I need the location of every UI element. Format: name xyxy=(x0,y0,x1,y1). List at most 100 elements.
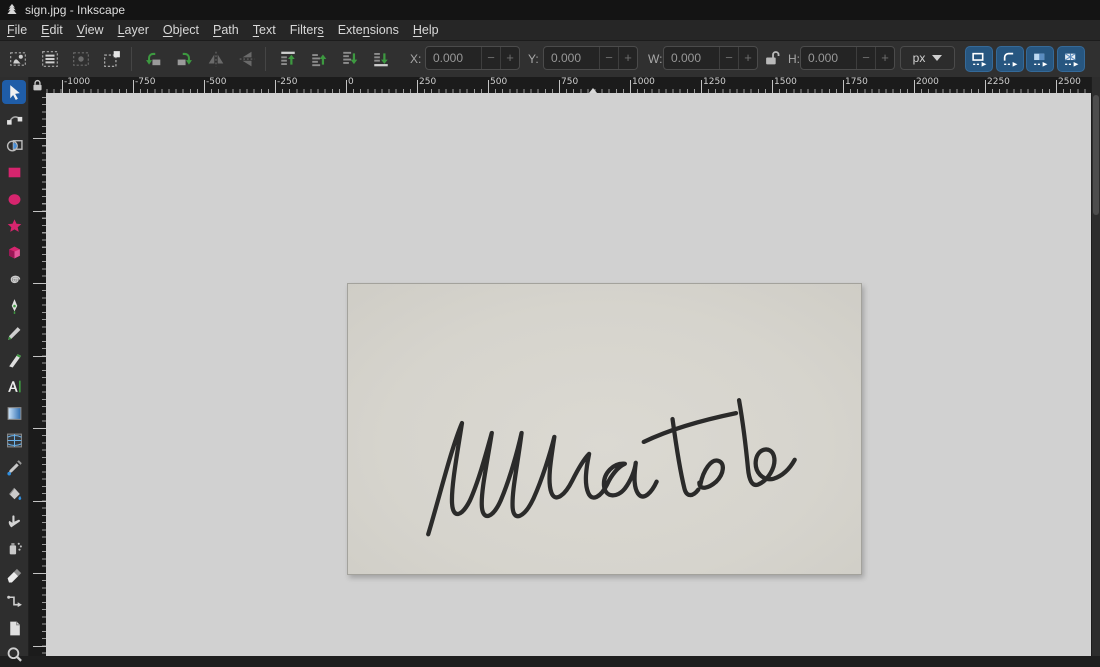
ruler-label: 1250 xyxy=(703,77,726,87)
tool-gradient[interactable] xyxy=(2,402,26,426)
window-title: sign.jpg - Inkscape xyxy=(25,3,126,17)
ruler-label: 1000 xyxy=(632,77,655,87)
menu-layer[interactable]: Layer xyxy=(111,21,156,39)
y-increment-button[interactable]: + xyxy=(618,47,637,69)
raise-button[interactable] xyxy=(305,46,332,72)
lower-button[interactable] xyxy=(336,46,363,72)
tool-paint-bucket[interactable] xyxy=(2,482,26,506)
tool-connector[interactable] xyxy=(2,589,26,613)
scrollbar-thumb[interactable] xyxy=(1093,95,1099,215)
menu-filters[interactable]: Filters xyxy=(283,21,331,39)
ruler-label: -250 xyxy=(277,77,298,87)
menu-text[interactable]: Text xyxy=(246,21,283,39)
tool-text[interactable] xyxy=(2,375,26,399)
ruler-major-tick xyxy=(630,80,631,93)
flip-horizontal-button[interactable] xyxy=(202,46,229,72)
x-label: X: xyxy=(410,52,422,66)
tool-eraser[interactable] xyxy=(2,562,26,586)
h-decrement-button[interactable]: − xyxy=(856,47,875,69)
ruler-label: 2000 xyxy=(916,77,939,87)
y-input[interactable]: 0.000 − + xyxy=(543,46,638,70)
ruler-major-tick xyxy=(33,573,46,574)
tool-pages[interactable] xyxy=(2,616,26,640)
window-titlebar[interactable]: sign.jpg - Inkscape xyxy=(0,0,1100,20)
menu-view[interactable]: View xyxy=(70,21,111,39)
w-decrement-button[interactable]: − xyxy=(719,47,738,69)
horizontal-ruler[interactable]: -1000 -750 -500 -250 0 250 500 750 1000 1250 1500 1… xyxy=(46,77,1091,93)
ruler-major-tick xyxy=(204,80,205,93)
menu-file[interactable]: File xyxy=(0,21,34,39)
tool-pen[interactable] xyxy=(2,294,26,318)
vertical-scrollbar[interactable] xyxy=(1091,77,1100,656)
selection-box-button[interactable] xyxy=(98,46,125,72)
lock-open-icon[interactable] xyxy=(764,49,781,66)
deselect-button[interactable] xyxy=(67,46,94,72)
ruler-major-tick xyxy=(62,80,63,93)
x-increment-button[interactable]: + xyxy=(500,47,519,69)
flip-vertical-button[interactable] xyxy=(233,46,260,72)
unit-value: px xyxy=(912,51,926,65)
tool-mesh-gradient[interactable] xyxy=(2,428,26,452)
scale-stroke-toggle[interactable] xyxy=(965,46,993,72)
raise-to-top-button[interactable] xyxy=(274,46,301,72)
ruler-major-tick xyxy=(33,283,46,284)
ruler-major-tick xyxy=(488,80,489,93)
h-increment-button[interactable]: + xyxy=(875,47,894,69)
toolbar-separator xyxy=(265,47,266,71)
w-label: W: xyxy=(648,52,663,66)
ruler-major-tick xyxy=(985,80,986,93)
tool-calligraphy[interactable] xyxy=(2,348,26,372)
ruler-major-tick xyxy=(33,138,46,139)
ruler-major-tick xyxy=(33,645,46,647)
toolbox xyxy=(0,77,29,662)
menu-object[interactable]: Object xyxy=(156,21,206,39)
w-input[interactable]: 0.000 − + xyxy=(663,46,758,70)
tool-ellipse[interactable] xyxy=(2,187,26,211)
menu-help[interactable]: Help xyxy=(406,21,446,39)
rotate-cw-button[interactable] xyxy=(171,46,198,72)
move-gradients-toggle[interactable] xyxy=(1026,46,1054,72)
tool-node-editor[interactable] xyxy=(2,107,26,131)
rotate-ccw-button[interactable] xyxy=(139,46,166,72)
select-all-button[interactable] xyxy=(4,46,31,72)
tool-zoom[interactable] xyxy=(2,643,26,667)
ruler-label: -500 xyxy=(29,125,32,146)
ruler-label: 500 xyxy=(29,418,32,436)
chevron-down-icon xyxy=(932,55,943,61)
ruler-major-tick xyxy=(701,80,702,93)
w-increment-button[interactable]: + xyxy=(738,47,757,69)
tool-box-3d[interactable] xyxy=(2,241,26,265)
guide-lock[interactable] xyxy=(29,77,46,93)
move-patterns-toggle[interactable] xyxy=(1057,46,1085,72)
select-all-layers-button[interactable] xyxy=(36,46,63,72)
vertical-ruler[interactable]: -500 -250 0 250 500 750 1000 1250 xyxy=(29,93,46,656)
h-input[interactable]: 0.000 − + xyxy=(800,46,895,70)
canvas[interactable] xyxy=(46,93,1091,656)
tool-rectangle[interactable] xyxy=(2,160,26,184)
y-decrement-button[interactable]: − xyxy=(599,47,618,69)
tool-star[interactable] xyxy=(2,214,26,238)
tool-spiral[interactable] xyxy=(2,268,26,292)
unit-dropdown[interactable]: px xyxy=(900,46,955,70)
h-value: 0.000 xyxy=(808,51,839,65)
menu-edit[interactable]: Edit xyxy=(34,21,70,39)
tool-tweak[interactable] xyxy=(2,509,26,533)
scale-rounded-corners-toggle[interactable] xyxy=(996,46,1024,72)
h-label: H: xyxy=(788,52,800,66)
lock-closed-icon xyxy=(31,79,44,92)
ruler-major-tick xyxy=(772,80,773,93)
image-object-sign-jpg[interactable] xyxy=(347,283,862,575)
menubar: File Edit View Layer Object Path Text Filters Ex… xyxy=(0,20,1100,41)
x-decrement-button[interactable]: − xyxy=(481,47,500,69)
tool-selector[interactable] xyxy=(2,80,26,104)
tool-pencil[interactable] xyxy=(2,321,26,345)
signature-image xyxy=(426,398,797,537)
menu-path[interactable]: Path xyxy=(206,21,246,39)
x-input[interactable]: 0.000 − + xyxy=(425,46,520,70)
menu-extensions[interactable]: Extensions xyxy=(331,21,406,39)
tool-dropper[interactable] xyxy=(2,455,26,479)
ruler-major-tick xyxy=(417,80,418,93)
tool-spray[interactable] xyxy=(2,536,26,560)
tool-shape-builder[interactable] xyxy=(2,134,26,158)
lower-to-bottom-button[interactable] xyxy=(367,46,394,72)
